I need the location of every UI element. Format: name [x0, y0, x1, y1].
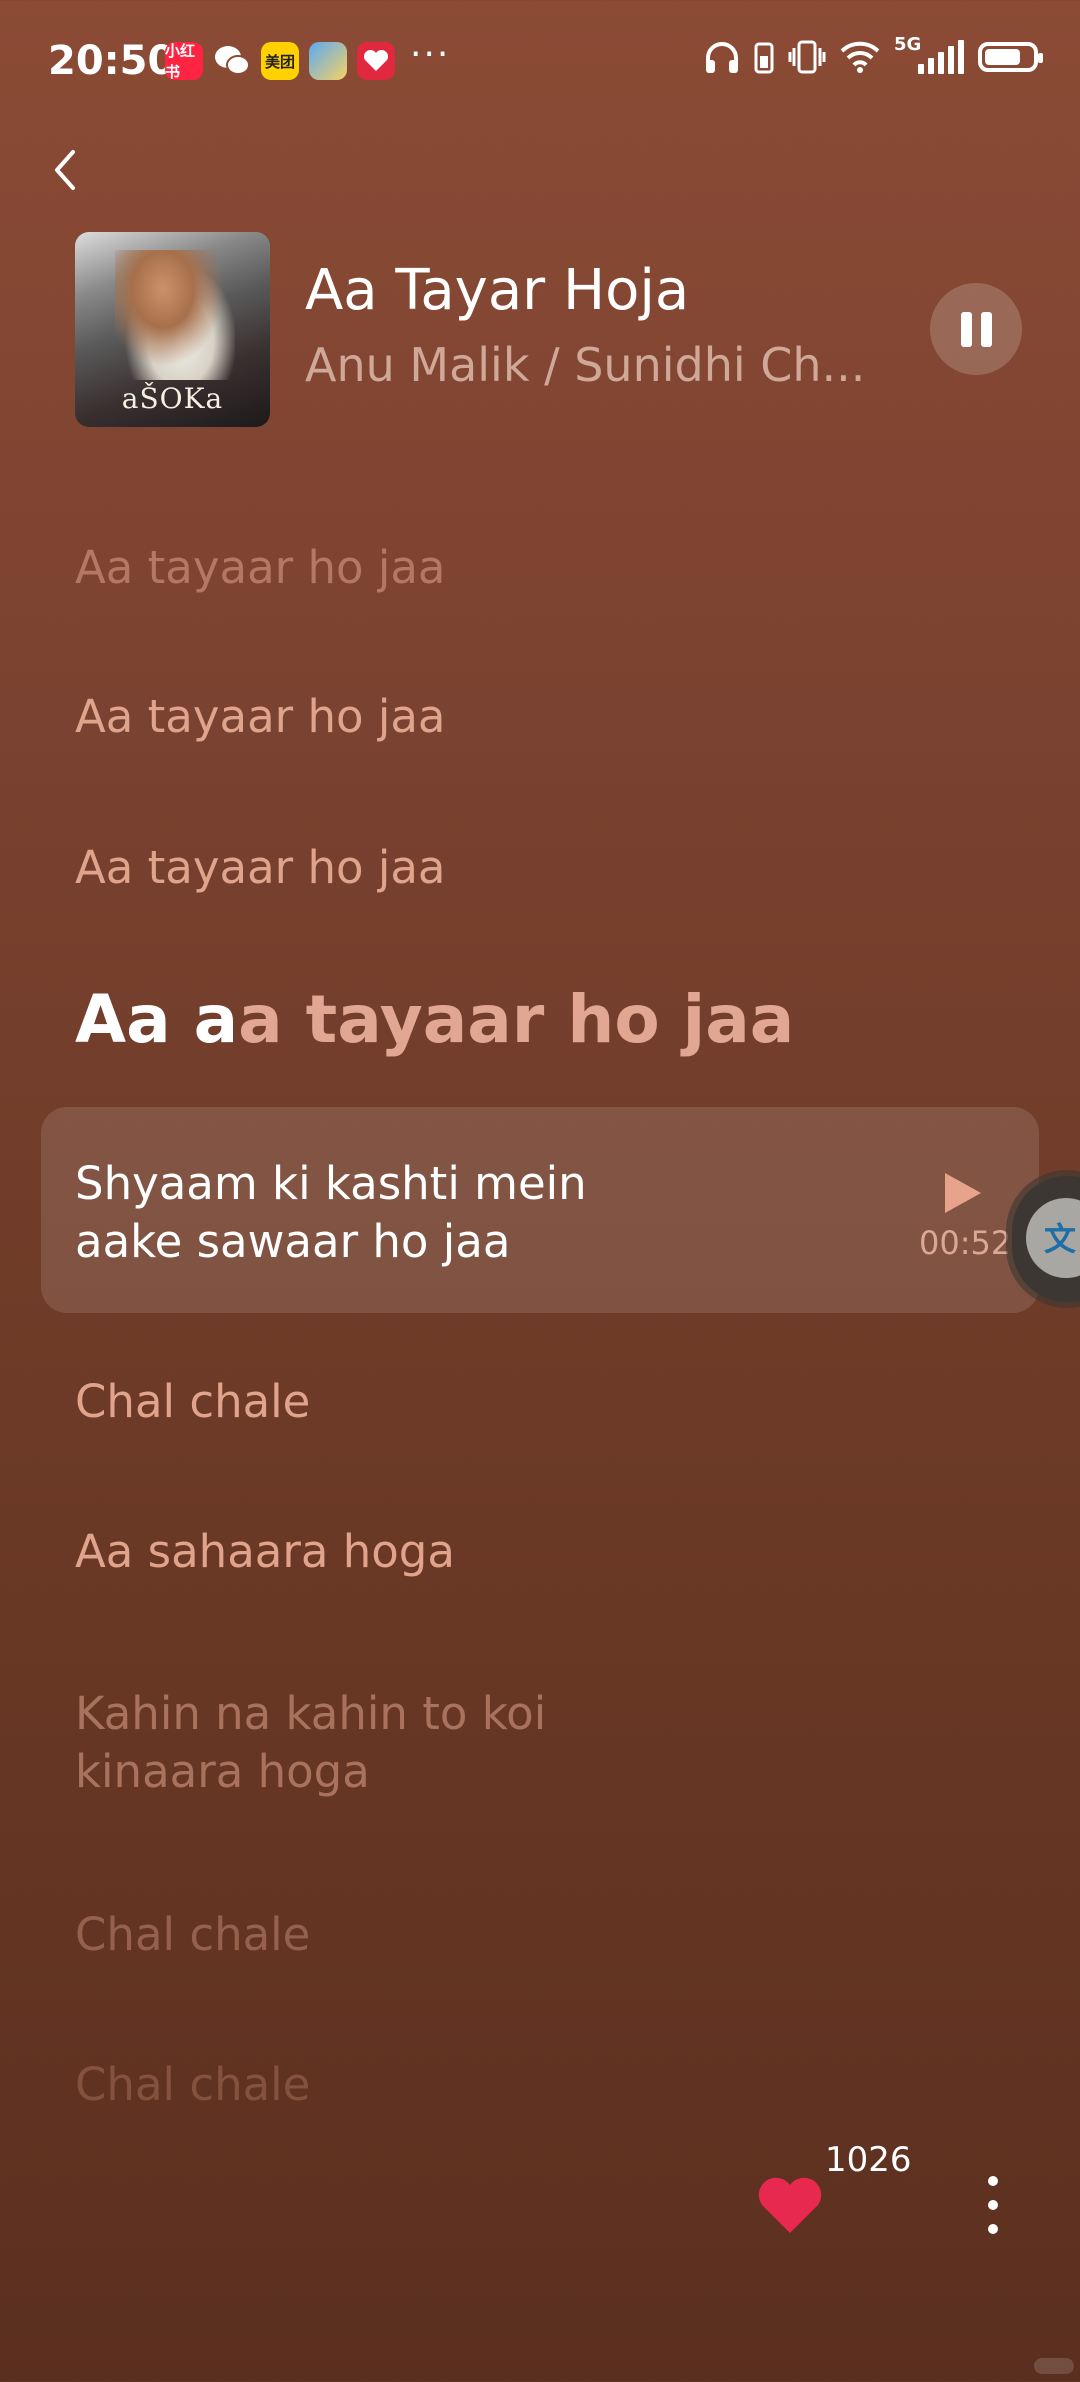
lyric-line[interactable]: Aa tayaar ho jaa — [75, 688, 445, 746]
heart-icon[interactable] — [756, 2175, 824, 2237]
weather-icon — [309, 42, 347, 80]
device-battery-icon — [754, 42, 774, 74]
selected-lyric-card[interactable]: Shyaam ki kashti mein aake sawaar ho jaa… — [41, 1107, 1039, 1313]
network-type: 5G — [894, 34, 922, 55]
lyric-line[interactable]: Chal chale — [75, 2056, 310, 2114]
lyric-timestamp: 00:52 — [919, 1224, 1012, 1262]
battery-icon — [978, 42, 1043, 72]
selected-lyric-line-1: Shyaam ki kashti mein — [75, 1157, 587, 1210]
selected-lyric-text: Shyaam ki kashti mein aake sawaar ho jaa — [75, 1155, 587, 1271]
lyric-line[interactable]: Aa tayaar ho jaa — [75, 539, 445, 597]
status-time: 20:50 — [48, 38, 176, 84]
lyric-sung-part: Aa a — [75, 981, 239, 1058]
lyric-line[interactable]: Aa sahaara hoga — [75, 1523, 455, 1581]
system-status: 5G — [704, 34, 1043, 74]
wifi-icon — [840, 41, 880, 73]
pause-button[interactable] — [930, 283, 1022, 375]
cellular-signal-icon: 5G — [894, 34, 964, 74]
album-cover-title: aŠOKa — [121, 382, 224, 415]
lyric-line-part-2: kinaara hoga — [75, 1745, 370, 1798]
notification-icons: 小红书 美团 — [165, 42, 395, 81]
song-artist[interactable]: Anu Malik / Sunidhi Ch... — [305, 338, 885, 392]
heart-app-icon — [357, 42, 395, 80]
meituan-icon: 美团 — [261, 42, 299, 80]
translate-icon: 文 — [1044, 1220, 1077, 1258]
wechat-icon — [213, 42, 251, 80]
album-art[interactable]: aŠOKa — [75, 232, 270, 427]
lyric-line[interactable]: Aa tayaar ho jaa — [75, 839, 445, 897]
lyric-line[interactable]: Kahin na kahin to koi kinaara hoga — [75, 1685, 546, 1801]
watermark — [1034, 2358, 1074, 2374]
lyric-line[interactable]: Chal chale — [75, 1906, 310, 1964]
status-bar: 20:50 小红书 美团 ··· 5G — [0, 0, 1080, 120]
pause-icon-bar-right — [981, 312, 992, 347]
lyric-unsung-part: a tayaar ho jaa — [238, 981, 795, 1058]
vibrate-icon — [788, 40, 826, 74]
pause-icon-bar-left — [961, 312, 972, 347]
lyric-line-part-1: Kahin na kahin to koi — [75, 1687, 547, 1740]
more-notifications-icon: ··· — [410, 34, 451, 75]
lyric-line[interactable]: Chal chale — [75, 1373, 310, 1431]
headphones-icon — [706, 42, 738, 73]
selected-lyric-line-2: aake sawaar ho jaa — [75, 1215, 511, 1268]
like-count: 1026 — [825, 2140, 912, 2180]
play-from-here-icon[interactable] — [945, 1173, 981, 1213]
back-icon[interactable] — [40, 140, 100, 200]
xiaohongshu-icon: 小红书 — [165, 42, 203, 81]
current-lyric-line[interactable]: Aa aa tayaar ho jaa — [75, 980, 794, 1060]
more-options-icon[interactable] — [980, 2170, 1006, 2240]
album-cover-figures — [115, 250, 235, 380]
song-title: Aa Tayar Hoja — [305, 258, 690, 323]
